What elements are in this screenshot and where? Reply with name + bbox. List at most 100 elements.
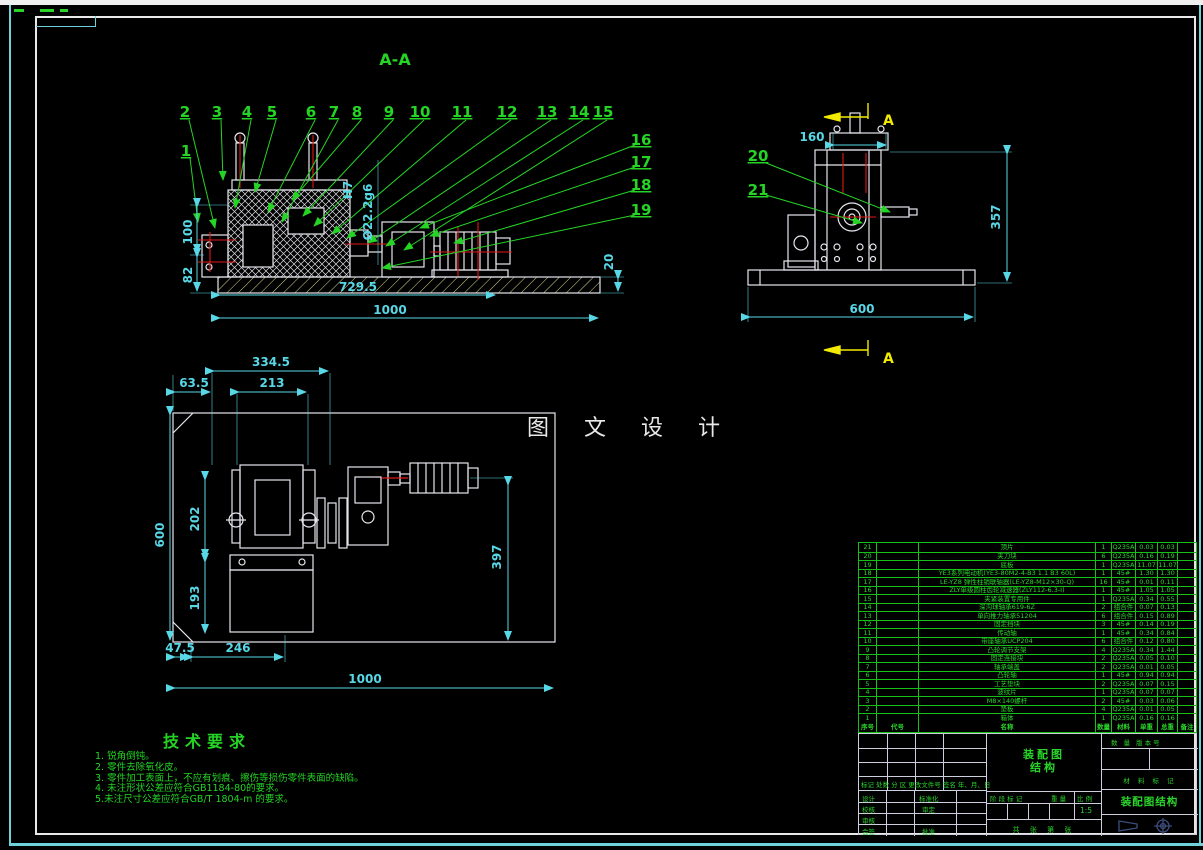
parts-cell: 1 <box>1096 586 1112 594</box>
parts-cell <box>877 603 919 611</box>
parts-cell: 0.07 <box>1158 688 1178 696</box>
parts-cell: 0.03 <box>1136 697 1158 705</box>
parts-cell <box>877 680 919 688</box>
svg-text:82: 82 <box>181 267 195 284</box>
parts-cell: 0.34 <box>1136 646 1158 654</box>
parts-cell: 0.15 <box>1158 680 1178 688</box>
parts-cell: 组合件 <box>1112 612 1136 620</box>
parts-cell: 0.03 <box>1136 543 1158 552</box>
svg-text:160: 160 <box>799 130 824 144</box>
parts-cell: 1 <box>1096 688 1112 696</box>
approve-review-label: 审定 <box>922 806 935 814</box>
parts-cell: 波纹片 <box>919 688 1096 696</box>
svg-text:246: 246 <box>225 641 250 655</box>
svg-text:20: 20 <box>748 147 769 165</box>
svg-text:8: 8 <box>352 103 362 121</box>
parts-header-row: 序号 代号 名称 数量 材料 单重 总重 备注 <box>859 721 1196 732</box>
parts-cell: 15 <box>859 595 877 603</box>
parts-cell <box>1178 595 1196 603</box>
parts-cell <box>877 595 919 603</box>
parts-row: 14 深沟球轴承619-6Z 2 组合件 0.07 0.13 <box>859 602 1196 611</box>
parts-row: 19 底板 1 Q235A 11.07 11.07 <box>859 560 1196 569</box>
parts-cell: 4 <box>1096 705 1112 713</box>
parts-list-table: 21 顶片 1 Q235A 0.03 0.03 20 夹刀块 6 Q235A 0.16 0.19 19 底… <box>858 542 1197 733</box>
parts-cell <box>1178 629 1196 637</box>
material-mark-label: 材 料 标 记 <box>1123 777 1177 785</box>
parts-cell: 0.16 <box>1158 714 1178 722</box>
parts-cell: 13 <box>859 612 877 620</box>
plan-geometry <box>172 412 556 643</box>
parts-row: 3 M8×140螺杆 2 45# 0.03 0.06 <box>859 696 1196 705</box>
side-geometry <box>747 112 976 286</box>
parts-cell: 固定挡块 <box>919 620 1096 628</box>
outer-frame-bottom <box>9 843 1203 846</box>
sheets-label: 共 张 第 张 <box>1012 826 1076 834</box>
parts-cell: 组合件 <box>1112 603 1136 611</box>
svg-text:5: 5 <box>267 103 277 121</box>
parts-cell <box>1178 543 1196 552</box>
parts-cell: 2 <box>1096 603 1112 611</box>
parts-cell: 工艺垫块 <box>919 680 1096 688</box>
parts-cell: 2 <box>859 705 877 713</box>
svg-text:1000: 1000 <box>373 303 406 317</box>
parts-cell: 0.01 <box>1136 705 1158 713</box>
parts-cell: 6 <box>1096 552 1112 560</box>
parts-row: 21 顶片 1 Q235A 0.03 0.03 <box>859 543 1196 552</box>
parts-row: 1 箱体 1 Q235A 0.16 0.16 <box>859 713 1196 722</box>
svg-text:193: 193 <box>188 585 202 610</box>
parts-cell: 45# <box>1112 629 1136 637</box>
sheet-top-band <box>0 0 1203 5</box>
parts-cell: YE3系列电动机(YE3-80M2-4-B3 1.1 B3 60L) <box>919 569 1096 577</box>
parts-cell: 1.30 <box>1158 569 1178 577</box>
parts-row: 2 垫板 4 Q235A 0.01 0.05 <box>859 704 1196 713</box>
parts-cell: Q235A <box>1112 688 1136 697</box>
scale-label: 比 例 <box>1077 795 1093 803</box>
section-geometry <box>201 132 601 294</box>
parts-cell: 1 <box>1096 569 1112 577</box>
design-label: 设计 <box>862 795 875 803</box>
parts-cell <box>877 697 919 705</box>
ratify-label: 批准 <box>922 828 935 836</box>
parts-cell: 45# <box>1112 671 1136 679</box>
audit-label: 审核 <box>862 817 875 825</box>
parts-cell: 1.44 <box>1158 646 1178 654</box>
svg-text:11: 11 <box>452 103 473 121</box>
parts-cell: 9 <box>859 646 877 654</box>
target-circle-icon <box>1154 818 1172 834</box>
check-label: 校核 <box>862 806 875 814</box>
parts-cell <box>1178 680 1196 688</box>
parts-cell: 1.30 <box>1136 569 1158 577</box>
parts-cell: 3 <box>859 697 877 705</box>
revision-header: 标记 处数 分 区 更改文件号 签名 年、月、日 <box>861 781 991 789</box>
svg-text:13: 13 <box>537 103 558 121</box>
parts-cell: 0.03 <box>1158 543 1178 552</box>
svg-text:600: 600 <box>849 302 874 316</box>
parts-cell <box>1178 697 1196 705</box>
svg-text:334.5: 334.5 <box>252 355 290 369</box>
qty-version-label: 数 量 版本号 <box>1111 739 1162 747</box>
parts-cell: 凸轮轴 <box>919 671 1096 679</box>
parts-cell <box>877 646 919 654</box>
parts-cell: 0.84 <box>1158 629 1178 637</box>
parts-row: 5 工艺垫块 2 Q235A 0.07 0.15 <box>859 679 1196 688</box>
parts-cell: 0.07 <box>1136 603 1158 611</box>
parts-cell <box>877 543 919 552</box>
parts-cell <box>1178 587 1196 595</box>
parts-cell: 4 <box>1096 646 1112 654</box>
parts-cell: 传动轴 <box>919 629 1096 637</box>
section-title: A-A <box>379 50 411 69</box>
cad-drawing-sheet: A-A 1 2 3 4 5 6 7 8 9 10 11 12 13 14 15 … <box>0 0 1203 850</box>
svg-text:15: 15 <box>593 103 614 121</box>
svg-text:202: 202 <box>188 506 202 531</box>
parts-cell <box>877 688 919 696</box>
parts-cell <box>877 705 919 713</box>
parts-row: 11 传动轴 1 45# 0.34 0.84 <box>859 628 1196 637</box>
parts-cell <box>1178 655 1196 663</box>
svg-text:12: 12 <box>497 103 518 121</box>
parts-cell: 4 <box>859 688 877 696</box>
side-callout-numbers: 20 21 <box>748 147 769 199</box>
parts-cell: 1 <box>1096 595 1112 603</box>
parts-row: 13 单向推力轴承51204 6 组合件 0.15 0.89 <box>859 611 1196 620</box>
weight-label: 重 量 <box>1051 795 1067 803</box>
watermark-text: 图 文 设 计 <box>527 416 734 441</box>
